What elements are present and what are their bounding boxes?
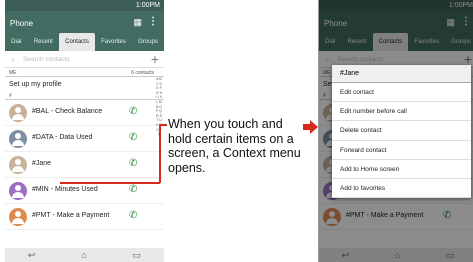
phone-screen-contacts: 1:00PM Phone ▦ ⋮ Dial Recent Contacts Fa… xyxy=(5,0,164,262)
phone-icon[interactable]: ✆ xyxy=(129,184,137,195)
me-section-header: ME 6 contacts xyxy=(5,68,164,77)
back-icon[interactable]: ↩ xyxy=(28,250,36,261)
phone-screen-context-menu: 1:00PM Phone ▦ ⋮ Dial Recent Contacts Fa… xyxy=(318,0,473,262)
contact-row[interactable]: #DATA - Data Used ✆ xyxy=(5,126,164,152)
me-label: ME xyxy=(9,70,17,76)
phone-icon[interactable]: ✆ xyxy=(129,158,137,169)
overflow-menu-icon[interactable]: ⋮ xyxy=(148,16,158,27)
search-icon: ⌕ xyxy=(11,55,16,64)
callout-line-vertical xyxy=(159,124,161,183)
tab-contacts[interactable]: Contacts xyxy=(58,33,95,51)
nav-bar: ↩ ⌂ ▭ xyxy=(5,248,164,262)
contact-name: #Jane xyxy=(32,160,52,167)
menu-item-delete-contact[interactable]: Delete contact xyxy=(332,121,471,141)
contact-name: #MIN - Minutes Used xyxy=(32,186,98,193)
grid-icon[interactable]: ▦ xyxy=(133,17,142,28)
tab-favorites[interactable]: Favorites xyxy=(95,33,132,51)
avatar xyxy=(9,104,27,122)
contact-row[interactable]: #Jane ✆ xyxy=(5,152,164,178)
menu-item-edit-contact[interactable]: Edit contact xyxy=(332,83,471,103)
caption-text: When you touch and hold certain items on… xyxy=(168,117,301,175)
search-row: ⌕ Search contacts + xyxy=(5,51,164,68)
contact-name: #PMT - Make a Payment xyxy=(32,212,110,219)
recents-icon[interactable]: ▭ xyxy=(133,250,142,261)
avatar xyxy=(9,208,27,226)
phone-icon[interactable]: ✆ xyxy=(129,210,137,221)
avatar xyxy=(9,182,27,200)
context-menu: #Jane Edit contact Edit number before ca… xyxy=(332,65,471,199)
menu-item-edit-number[interactable]: Edit number before call xyxy=(332,102,471,122)
tab-dial[interactable]: Dial xyxy=(5,33,28,51)
setup-profile-item[interactable]: Set up my profile xyxy=(5,77,164,93)
menu-item-forward-contact[interactable]: Forward contact xyxy=(332,141,471,160)
search-input[interactable]: Search contacts xyxy=(23,56,70,63)
context-menu-title: #Jane xyxy=(332,65,471,83)
home-icon[interactable]: ⌂ xyxy=(81,250,86,260)
arrow-icon xyxy=(303,120,318,134)
contact-count: 6 contacts xyxy=(131,70,154,76)
tab-bar: Dial Recent Contacts Favorites Groups xyxy=(5,33,164,51)
contact-row[interactable]: #BAL - Check Balance ✆ xyxy=(5,100,164,126)
contact-name: #BAL - Check Balance xyxy=(32,108,103,115)
phone-icon[interactable]: ✆ xyxy=(129,106,137,117)
menu-item-add-favorites[interactable]: Add to favorites xyxy=(332,179,471,199)
phone-icon[interactable]: ✆ xyxy=(129,132,137,143)
status-bar: 1:00PM xyxy=(5,0,164,11)
app-bar: Phone ▦ ⋮ xyxy=(5,11,164,33)
contact-row[interactable]: #PMT - Make a Payment ✆ xyxy=(5,204,164,230)
hash-section-header: # xyxy=(5,93,164,100)
avatar xyxy=(9,130,27,148)
tab-recent[interactable]: Recent xyxy=(28,33,59,51)
add-icon[interactable]: + xyxy=(151,51,159,67)
app-title: Phone xyxy=(10,19,34,28)
contact-name: #DATA - Data Used xyxy=(32,134,93,141)
menu-item-add-home[interactable]: Add to Home screen xyxy=(332,160,471,179)
callout-line-top xyxy=(159,124,167,126)
status-time: 1:00PM xyxy=(135,2,160,9)
tab-groups[interactable]: Groups xyxy=(132,33,164,51)
avatar xyxy=(9,156,27,174)
callout-line-horizontal xyxy=(60,182,160,184)
